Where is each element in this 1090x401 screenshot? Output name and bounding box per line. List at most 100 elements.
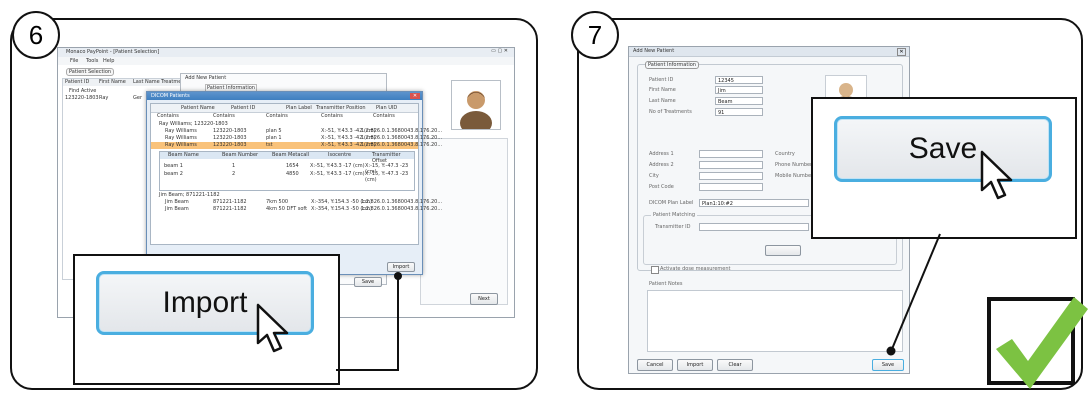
label-country: Country [775, 151, 795, 157]
dicom-close-icon[interactable]: ✕ [410, 93, 420, 99]
col-patient-id[interactable]: Patient ID [65, 79, 89, 85]
window-title: Monaco PayPoint - [Patient Selection] [66, 49, 160, 55]
window-controls[interactable]: ▭ ▢ ✕ [491, 48, 508, 54]
cell-plan: plan 1 [266, 135, 282, 141]
cell-id: 871221-1182 [213, 199, 247, 205]
label-transmitter-id: Transmitter ID [655, 224, 691, 230]
background-add-patient-title: Add New Patient [185, 75, 227, 81]
first-name-field[interactable]: Jim [715, 86, 763, 94]
beam-cell-number: 2 [232, 171, 236, 177]
table-row[interactable]: Ray Williams 123220-1803 plan 1 X:-51, Y… [151, 135, 442, 142]
table-row[interactable]: Jim Beam 871221-1182 4km 50 DFT soft X:-… [151, 206, 442, 213]
patient-id-field[interactable]: 12345 [715, 76, 763, 84]
next-small-button[interactable]: Next [470, 293, 498, 305]
cell-uid: 1.2.826.0.1.3680043.8.176.20... [361, 135, 443, 141]
table-row-selected[interactable]: Ray Williams 123220-1803 tst X:-51, Y:43… [151, 142, 442, 149]
filter-contains-2[interactable]: Contains [213, 113, 235, 119]
table-row[interactable]: beam 1 1 1654 X:-51, Y:43.3 -17 (cm) X:-… [160, 163, 414, 175]
transmitter-id-field[interactable] [699, 223, 809, 231]
label-patient-notes: Patient Notes [649, 281, 683, 287]
patient-row-id[interactable]: 123220-1803 [65, 95, 99, 101]
cursor-hand-icon [256, 303, 289, 353]
city-field[interactable] [699, 172, 763, 180]
filter-contains-5[interactable]: Contains [373, 113, 395, 119]
no-of-treatments-field[interactable]: 91 [715, 108, 763, 116]
cell-uid: 1.2.826.0.1.3680043.8.176.20... [361, 199, 443, 205]
right-panel-bg [420, 138, 508, 305]
cell-plan: 7km 500 [266, 199, 289, 205]
activate-dose-checkbox[interactable] [651, 266, 659, 274]
menu-tools[interactable]: Tools [86, 58, 98, 64]
beam-hdr-isocentre[interactable]: Isocentre [328, 152, 351, 158]
filter-contains-3[interactable]: Contains [266, 113, 288, 119]
callout-connector-6 [336, 272, 402, 371]
label-dicom-plan: DICOM Plan Label [649, 200, 694, 206]
address-2-field[interactable] [699, 161, 763, 169]
hdr-patient-name[interactable]: Patient Name [181, 105, 215, 111]
hdr-transmitter-position[interactable]: Transmitter Position [316, 105, 366, 111]
cell-name: Ray Williams [165, 142, 197, 148]
beam-hdr-number[interactable]: Beam Number [222, 152, 258, 158]
add-patient-close-icon[interactable]: ✕ [897, 48, 906, 56]
label-mobile-number: Mobile Number [775, 173, 814, 179]
patient-notes-textarea[interactable] [647, 290, 903, 352]
label-activate-dose: Activate dose measurement [660, 266, 731, 272]
filter-contains-1[interactable]: Contains [157, 113, 179, 119]
beam-cell-metacall: 4850 [286, 171, 299, 177]
label-last-name: Last Name [649, 98, 676, 104]
label-no-of-treatments: No of Treatments [649, 109, 692, 115]
cell-name: Jim Beam [165, 199, 189, 205]
section-patient-selection[interactable]: Patient Selection [66, 68, 115, 76]
find-active-row[interactable]: Find Active [69, 88, 96, 94]
beam-hdr-name[interactable]: Beam Name [168, 152, 199, 158]
patient-row-first: Ray [99, 95, 109, 101]
dicom-dialog: DICOM Patients ✕ Patient Name Patient ID… [146, 91, 442, 275]
step-number-6: 6 [12, 11, 60, 59]
label-post-code: Post Code [649, 184, 674, 190]
dicom-title: DICOM Patients [151, 93, 190, 99]
cancel-button[interactable]: Cancel [637, 359, 673, 371]
cell-plan: tst [266, 142, 273, 148]
menu-bar: File Tools Help [58, 57, 514, 65]
dicom-plan-field[interactable]: Plan1:10:#2 [699, 199, 809, 207]
import-button-small[interactable]: Import [677, 359, 713, 371]
hdr-plan-label[interactable]: Plan Label [286, 105, 312, 111]
label-phone-number: Phone Number [775, 162, 813, 168]
beam-cell-iso: X:-51, Y:43.3 -17 (cm) [310, 171, 365, 177]
last-name-field[interactable]: Beam [715, 97, 763, 105]
col-last-name[interactable]: Last Name [133, 79, 160, 85]
menu-file[interactable]: File [70, 58, 78, 64]
dicom-table: Patient Name Patient ID Plan Label Trans… [150, 103, 442, 245]
cell-uid: 1.2.826.0.1.3680043.8.176.20... [361, 206, 443, 212]
beam-cell-metacall: 1654 [286, 163, 299, 169]
table-row[interactable]: Ray Williams 123220-1803 plan 5 X:-51, Y… [151, 128, 442, 135]
add-patient-titlebar: Add New Patient ✕ [629, 47, 909, 57]
col-first-name[interactable]: First Name [99, 79, 126, 85]
post-code-field[interactable] [699, 183, 763, 191]
hdr-patient-id[interactable]: Patient ID [231, 105, 255, 111]
cell-name: Ray Williams [165, 135, 197, 141]
group-header-jim[interactable]: Jim Beam; 871221-1182 [159, 192, 220, 198]
address-1-field[interactable] [699, 150, 763, 158]
filter-contains-4[interactable]: Contains [321, 113, 343, 119]
add-patient-title: Add New Patient [633, 48, 675, 54]
person-icon [460, 91, 492, 135]
patient-information-legend: Patient Information [645, 61, 699, 69]
patient-table-header: Patient ID First Name Last Name Treatmen… [63, 79, 186, 86]
beam-cell-iso: X:-51, Y:43.3 -17 (cm) [310, 163, 365, 169]
cell-id: 123220-1803 [213, 128, 247, 134]
match-button[interactable] [765, 245, 801, 256]
hdr-plan-uid[interactable]: Plan UID [376, 105, 397, 111]
clear-button[interactable]: Clear [717, 359, 753, 371]
menu-help[interactable]: Help [103, 58, 114, 64]
table-row[interactable]: Jim Beam 871221-1182 7km 500 X:-354, Y:1… [151, 199, 442, 206]
callout-connector-7 [886, 233, 941, 356]
label-address-2: Address 2 [649, 162, 674, 168]
beam-cell-name: beam 2 [164, 171, 183, 177]
group-header-ray[interactable]: Ray Williams; 123220-1803 [159, 121, 228, 127]
patient-row-last: Ger [133, 95, 143, 101]
cell-uid: 1.2.826.0.1.3680043.8.176.20... [361, 128, 443, 134]
table-row[interactable]: beam 2 2 4850 X:-51, Y:43.3 -17 (cm) X:-… [160, 171, 414, 183]
beam-cell-offset: X:-15, Y:-47.3 -23 (cm) [365, 171, 409, 183]
beam-hdr-metacall[interactable]: Beam Metacall [272, 152, 309, 158]
